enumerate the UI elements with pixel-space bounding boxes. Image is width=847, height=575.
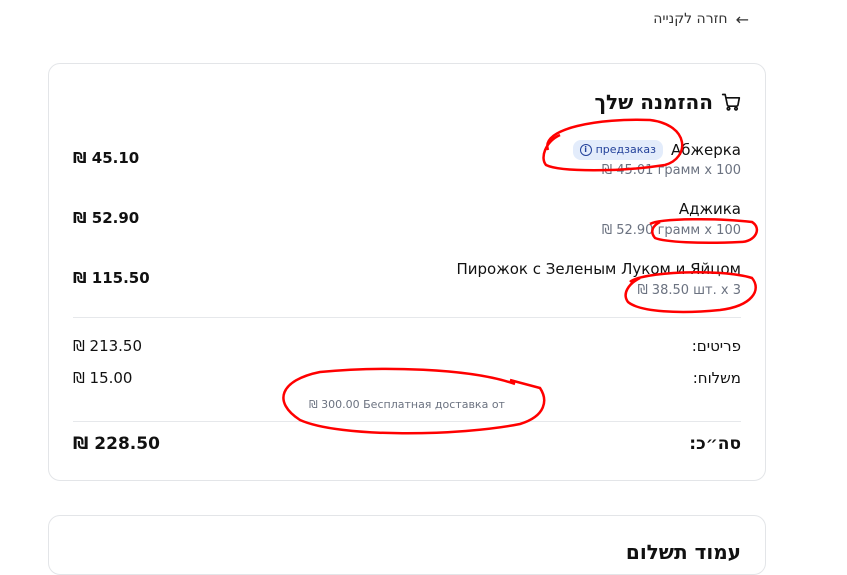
item-qty: ₪ 45.01 грамм x 100 xyxy=(601,163,741,178)
divider xyxy=(73,317,741,318)
arrow-left-icon: ← xyxy=(735,9,749,29)
shipping-value: ₪ 15.00 xyxy=(73,369,133,387)
item-name-row: Аджика xyxy=(679,200,741,218)
items-value: ₪ 213.50 xyxy=(73,337,143,355)
item-total: ₪ 52.90 xyxy=(73,209,140,227)
item-total: ₪ 45.10 xyxy=(73,149,140,167)
item-total: ₪ 115.50 xyxy=(73,269,150,287)
cart-icon xyxy=(721,92,741,112)
order-item: Абжерка предзаказ i ₪ 45.01 грамм x 100 … xyxy=(73,138,741,182)
item-qty: ₪ 38.50 шт. x 3 xyxy=(637,283,741,298)
order-item: Аджика ₪ 52.90 грамм x 100 ₪ 52.90 xyxy=(73,198,741,242)
back-link-label: חזרה לקנייה xyxy=(653,11,728,27)
shipping-row: משלוח: ₪ 15.00 xyxy=(73,369,741,389)
total-label: סה״כ: xyxy=(689,434,741,454)
payment-card: עמוד תשלום xyxy=(48,515,766,575)
total-value: ₪ 228.50 xyxy=(73,434,160,454)
items-label: פריטים: xyxy=(691,337,741,355)
item-qty: ₪ 52.90 грамм x 100 xyxy=(601,223,741,238)
badge-label: предзаказ xyxy=(595,143,656,156)
divider xyxy=(73,421,741,422)
item-name-row: Абжерка предзаказ i xyxy=(572,140,741,160)
order-title: ההזמנה שלך xyxy=(594,88,741,116)
free-shipping-note: ₪ 300.00 Бесплатная доставка от xyxy=(309,398,505,411)
shipping-label: משלוח: xyxy=(692,369,741,387)
item-name: Абжерка xyxy=(670,141,741,159)
items-subtotal-row: פריטים: ₪ 213.50 xyxy=(73,337,741,357)
payment-title: עמוד תשלום xyxy=(625,540,741,564)
item-name: Пирожок с Зеленым Луком и Яйцом xyxy=(456,260,741,278)
item-name-row: Пирожок с Зеленым Луком и Яйцом xyxy=(456,260,741,278)
order-title-text: ההזמנה שלך xyxy=(594,90,713,114)
total-row: סה״כ: ₪ 228.50 xyxy=(73,434,741,454)
info-icon: i xyxy=(579,144,592,156)
preorder-badge[interactable]: предзаказ i xyxy=(572,140,663,160)
order-summary-card: ההזמנה שלך Абжерка предзаказ i ₪ 45.01 г… xyxy=(48,63,766,481)
back-to-shopping-link[interactable]: ← חזרה לקנייה xyxy=(653,9,749,29)
item-name: Аджика xyxy=(678,200,741,218)
order-item: Пирожок с Зеленым Луком и Яйцом ₪ 38.50 … xyxy=(73,258,741,302)
